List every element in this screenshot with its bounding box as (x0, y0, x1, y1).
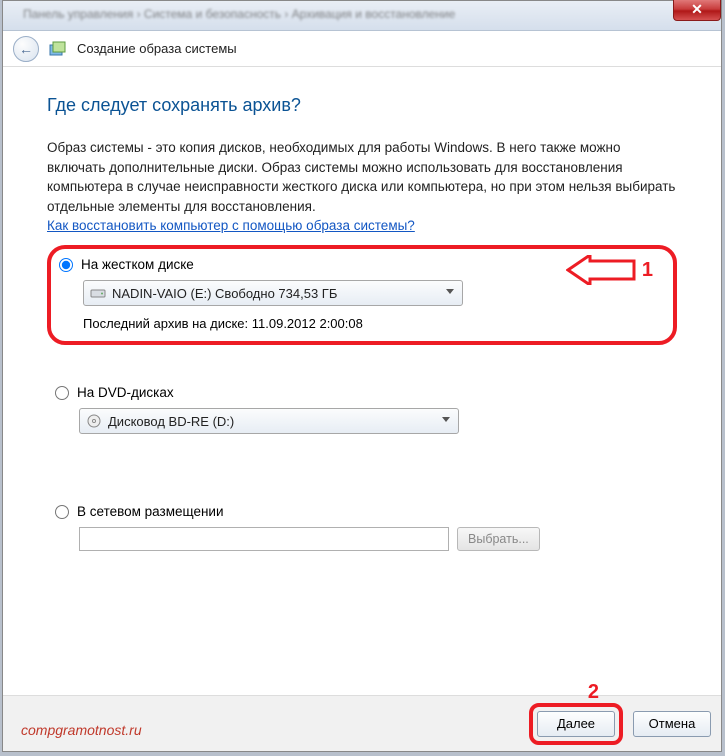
page-title: Создание образа системы (77, 41, 237, 56)
breadcrumb: Панель управления › Система и безопаснос… (23, 7, 455, 21)
back-button[interactable]: ← (13, 36, 39, 62)
help-link[interactable]: Как восстановить компьютер с помощью обр… (47, 218, 415, 233)
system-image-icon (49, 40, 67, 58)
close-button[interactable]: ✕ (673, 0, 721, 21)
combo-dvd[interactable]: Дисковод BD-RE (D:) (79, 408, 459, 434)
question-heading: Где следует сохранять архив? (47, 95, 677, 116)
option-hdd-block: 1 На жестком диске NADIN-VAIO (E:) Свобо… (47, 245, 677, 345)
footer: compgramotnost.ru 2 Далее Отмена (3, 695, 721, 751)
drive-icon (90, 285, 106, 301)
radio-network-label: В сетевом размещении (77, 504, 224, 519)
radio-network[interactable] (55, 505, 69, 519)
chevron-down-icon (442, 417, 450, 422)
description-text: Образ системы - это копия дисков, необхо… (47, 138, 677, 216)
annotation-number-2: 2 (588, 681, 599, 704)
close-icon: ✕ (691, 1, 703, 17)
disc-icon (86, 413, 102, 429)
content: Где следует сохранять архив? Образ систе… (3, 67, 721, 573)
subheader: ← Создание образа системы (3, 31, 721, 67)
wizard-window: Панель управления › Система и безопаснос… (2, 0, 722, 752)
last-archive-text: Последний архив на диске: 11.09.2012 2:0… (83, 316, 665, 331)
cancel-button[interactable]: Отмена (633, 711, 711, 737)
titlebar: Панель управления › Система и безопаснос… (3, 1, 721, 31)
arrow-left-icon: ← (19, 41, 33, 57)
chevron-down-icon (446, 289, 454, 294)
annotation-number-1: 1 (642, 259, 653, 282)
combo-dvd-text: Дисковод BD-RE (D:) (108, 414, 234, 429)
watermark-text: compgramotnost.ru (21, 722, 142, 738)
option-dvd-block: На DVD-дисках Дисковод BD-RE (D:) (47, 377, 677, 444)
annotation-arrow-1: 1 (566, 255, 653, 285)
radio-hdd[interactable] (59, 258, 73, 272)
annotation-box-2: 2 Далее (529, 703, 623, 745)
option-network-block: В сетевом размещении Выбрать... (47, 496, 677, 561)
network-path-input[interactable] (79, 527, 449, 551)
radio-dvd-label: На DVD-дисках (77, 385, 174, 400)
browse-button[interactable]: Выбрать... (457, 527, 540, 551)
next-button[interactable]: Далее (537, 711, 615, 737)
combo-hdd-text: NADIN-VAIO (E:) Свободно 734,53 ГБ (112, 286, 337, 301)
combo-hdd[interactable]: NADIN-VAIO (E:) Свободно 734,53 ГБ (83, 280, 463, 306)
radio-hdd-label: На жестком диске (81, 257, 194, 272)
radio-dvd[interactable] (55, 386, 69, 400)
